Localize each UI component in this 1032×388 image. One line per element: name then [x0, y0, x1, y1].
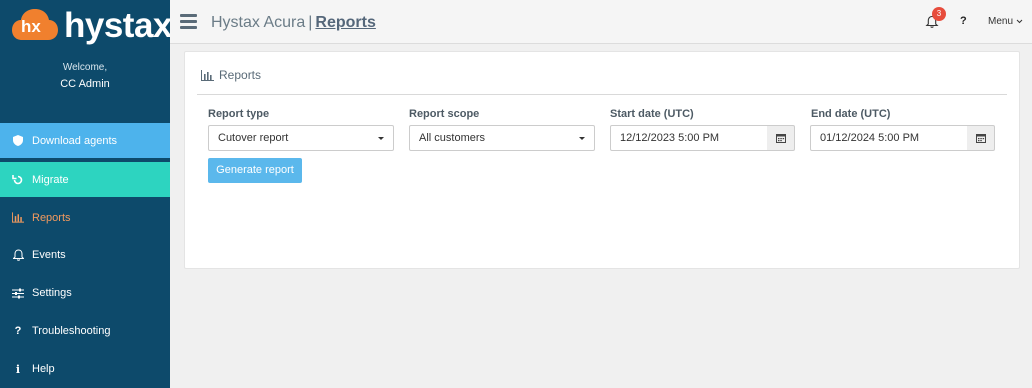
sidebar-item-migrate[interactable]: Migrate — [0, 162, 170, 197]
reports-panel: Reports Report type Cutover report Repor… — [184, 51, 1020, 269]
start-date-label: Start date (UTC) — [610, 108, 694, 120]
question-icon: ? — [14, 325, 22, 337]
generate-report-button[interactable]: Generate report — [208, 158, 302, 183]
end-date-input[interactable]: 01/12/2024 5:00 PM — [810, 125, 968, 151]
sidebar-item-label: Migrate — [32, 173, 69, 186]
refresh-icon — [12, 174, 24, 186]
sidebar-item-reports[interactable]: Reports — [0, 199, 170, 236]
bar-chart-icon — [12, 212, 24, 224]
notification-count-badge: 3 — [932, 7, 946, 21]
panel-title-text: Reports — [219, 68, 262, 82]
caret-down-icon — [378, 137, 384, 140]
sidebar-item-help[interactable]: i Help — [0, 350, 170, 388]
report-scope-value: All customers — [419, 132, 486, 144]
end-date-label: End date (UTC) — [811, 108, 891, 120]
page-title: Hystax Acura | Reports — [211, 14, 376, 32]
panel-title: Reports — [201, 68, 261, 82]
chevron-down-icon — [1016, 19, 1023, 24]
sliders-icon — [12, 287, 24, 299]
help-button[interactable]: ? — [960, 15, 967, 27]
calendar-icon — [975, 134, 986, 143]
sidebar-item-label: Settings — [32, 287, 72, 299]
sidebar-nav: Download agents Migrate Reports Events S… — [0, 123, 170, 388]
sidebar-item-events[interactable]: Events — [0, 236, 170, 274]
hamburger-menu-icon[interactable] — [180, 14, 197, 29]
report-type-value: Cutover report — [218, 132, 289, 144]
start-date-value: 12/12/2023 5:00 PM — [620, 132, 720, 144]
end-date-value: 01/12/2024 5:00 PM — [820, 132, 920, 144]
shield-icon — [12, 135, 24, 147]
divider — [197, 94, 1007, 95]
logo-mark: hx — [21, 17, 41, 36]
user-name: CC Admin — [60, 78, 110, 90]
report-type-select[interactable]: Cutover report — [208, 125, 394, 151]
sidebar: hx hystax Welcome, CC Admin Download age… — [0, 0, 172, 388]
start-date-picker-button[interactable] — [767, 125, 795, 151]
report-scope-select[interactable]: All customers — [409, 125, 595, 151]
sidebar-item-label: Events — [32, 249, 66, 261]
sidebar-item-troubleshooting[interactable]: ? Troubleshooting — [0, 312, 170, 350]
logo-wordmark: hystax — [64, 6, 172, 45]
report-scope-label: Report scope — [409, 108, 480, 120]
hystax-logo[interactable]: hx hystax — [12, 6, 172, 46]
sidebar-item-label: Reports — [32, 211, 71, 224]
bell-icon — [12, 249, 24, 261]
start-date-input[interactable]: 12/12/2023 5:00 PM — [610, 125, 768, 151]
top-header: Hystax Acura | Reports 3 ? Menu — [170, 0, 1032, 44]
welcome-text: Welcome, — [62, 62, 108, 73]
menu-label: Menu — [988, 16, 1014, 27]
caret-down-icon — [579, 137, 585, 140]
sidebar-item-label: Help — [32, 363, 55, 375]
calendar-icon — [775, 134, 786, 143]
title-separator: | — [308, 14, 313, 31]
sidebar-item-download-agents[interactable]: Download agents — [0, 123, 170, 158]
report-type-label: Report type — [208, 108, 270, 120]
sidebar-item-settings[interactable]: Settings — [0, 274, 170, 312]
bar-chart-icon — [201, 69, 214, 81]
current-page-link[interactable]: Reports — [315, 14, 375, 31]
end-date-picker-button[interactable] — [967, 125, 995, 151]
info-icon: i — [15, 362, 21, 376]
sidebar-item-label: Download agents — [32, 134, 118, 147]
sidebar-item-label: Troubleshooting — [32, 325, 111, 337]
menu-dropdown[interactable]: Menu — [988, 16, 1023, 27]
app-name: Hystax Acura — [211, 14, 306, 31]
